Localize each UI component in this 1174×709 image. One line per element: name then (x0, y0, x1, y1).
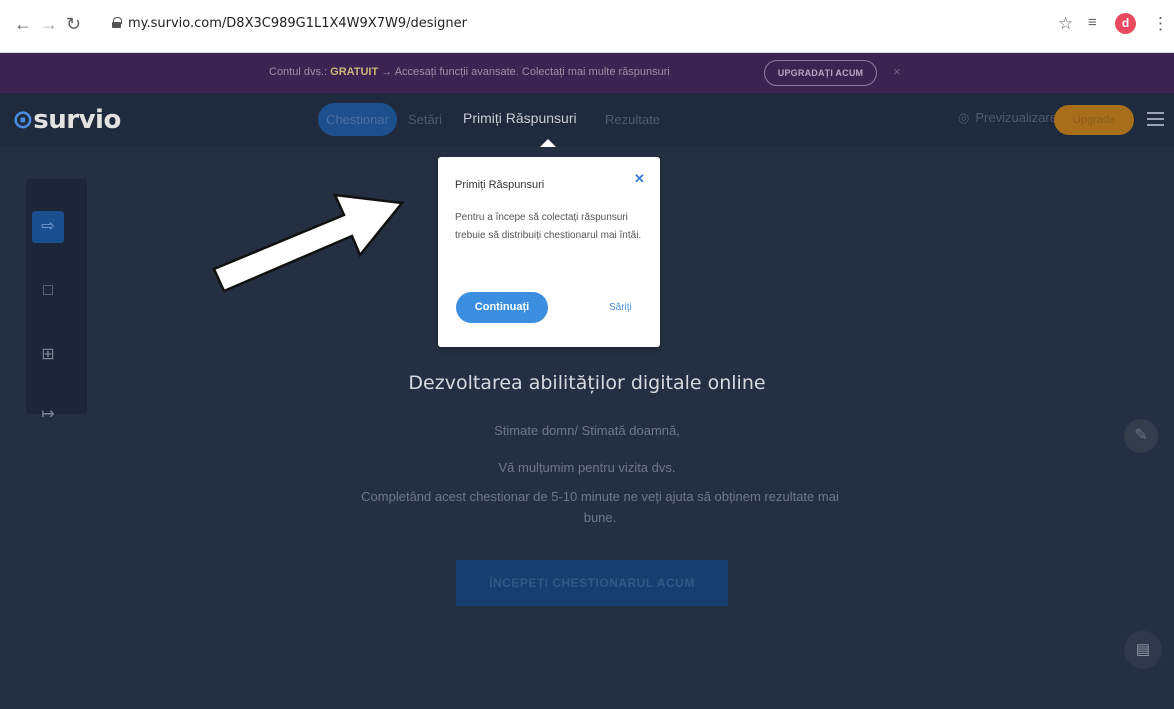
sign-in-icon[interactable]: ⇨ (32, 211, 64, 243)
popup-pointer (540, 139, 556, 147)
promo-text: Contul dvs.: GRATUIT → Accesați funcții … (269, 66, 670, 78)
profile-avatar[interactable]: d (1115, 13, 1136, 34)
tab-results[interactable]: Rezultate (605, 112, 660, 127)
survey-description[interactable]: Completând acest chestionar de 5-10 minu… (352, 486, 848, 528)
back-icon[interactable]: ← (14, 14, 32, 35)
reading-list-icon[interactable]: ≡ (1088, 14, 1097, 31)
survey-greeting[interactable]: Stimate domn/ Stimată doamnă, (0, 423, 1174, 438)
chat-icon[interactable]: ▤ (1124, 631, 1162, 669)
eye-icon: ◎ (958, 110, 970, 125)
tab-collect-responses[interactable]: Primiți Răspunsuri (463, 110, 577, 126)
upgrade-button[interactable]: Upgrade (1054, 105, 1134, 135)
hamburger-menu-icon[interactable] (1147, 112, 1164, 126)
continue-button[interactable]: Continuați (456, 292, 548, 323)
forward-icon[interactable]: → (40, 14, 58, 35)
logo-check-icon: ⊙ (12, 105, 34, 135)
skip-link[interactable]: Săriți (609, 302, 632, 313)
page-icon[interactable]: □ (32, 275, 64, 307)
app-header: ⊙survio Chestionar Setări Primiți Răspun… (0, 93, 1174, 147)
edit-icon[interactable]: ✎ (1124, 419, 1158, 453)
add-page-icon[interactable]: ⊞ (32, 339, 64, 371)
promo-banner: Contul dvs.: GRATUIT → Accesați funcții … (0, 53, 1174, 93)
browser-toolbar: ← → ↻ my.survio.com/D8X3C989G1L1X4W9X7W9… (0, 0, 1174, 53)
survey-title[interactable]: Dezvoltarea abilităților digitale online (0, 372, 1174, 394)
start-survey-button[interactable]: ÎNCEPEȚI CHESTIONARUL ACUM (456, 560, 728, 606)
browser-menu-icon[interactable]: ⋮ (1152, 14, 1169, 34)
tab-questionnaire[interactable]: Chestionar (318, 103, 397, 136)
star-icon[interactable]: ☆ (1058, 14, 1073, 34)
annotation-arrow (212, 193, 405, 293)
survio-logo[interactable]: ⊙survio (12, 105, 121, 135)
lock-icon (112, 17, 122, 28)
preview-button[interactable]: ◎ Previzualizare (958, 110, 1057, 126)
popup-text: Pentru a începe să colectați răspunsuri … (455, 212, 642, 241)
survey-thanks[interactable]: Vă mulțumim pentru vizita dvs. (0, 460, 1174, 475)
upgrade-now-button[interactable]: UPGRADAȚI ACUM (764, 60, 877, 86)
reload-icon[interactable]: ↻ (66, 14, 81, 35)
close-icon[interactable]: × (893, 64, 901, 79)
close-icon[interactable]: ✕ (634, 171, 645, 187)
address-bar[interactable]: my.survio.com/D8X3C989G1L1X4W9X7W9/desig… (128, 16, 467, 31)
tab-settings[interactable]: Setări (408, 112, 442, 127)
popup-title: Primiți Răspunsuri (455, 179, 545, 191)
collect-responses-popup: Primiți Răspunsuri ✕ Pentru a începe să … (438, 157, 660, 347)
